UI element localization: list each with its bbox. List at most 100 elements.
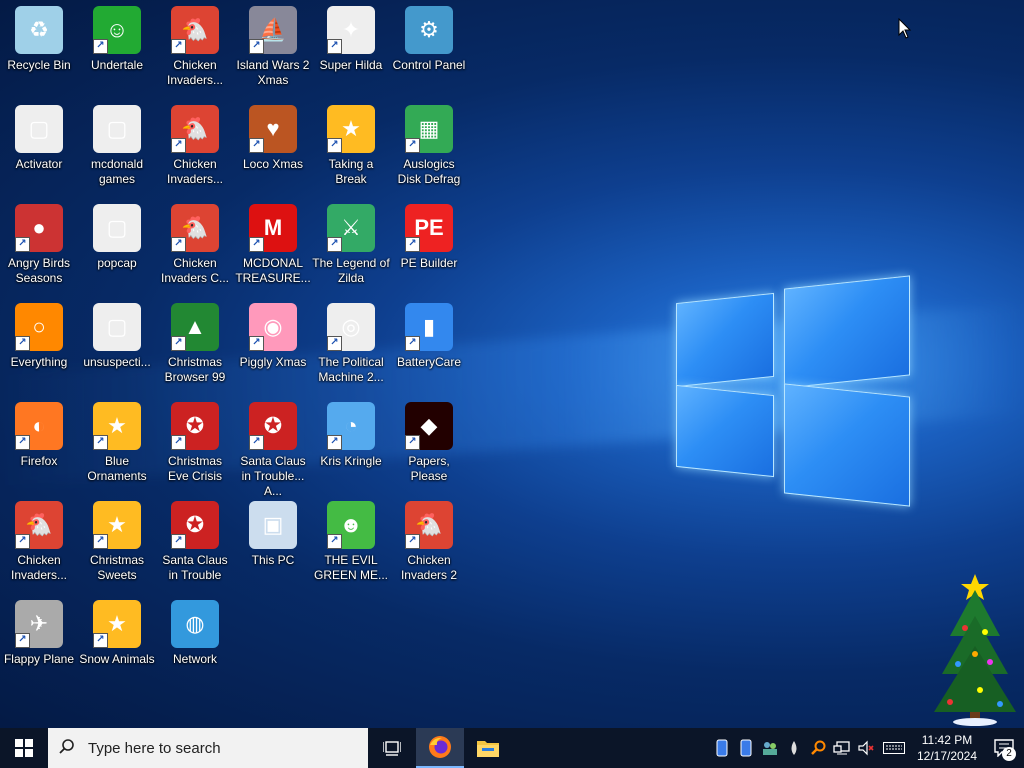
desktop-icon[interactable]: ☺ ↗ Undertale [78,0,156,96]
desktop-icon[interactable]: 🐔 ↗ Chicken Invaders C... [156,198,234,294]
desktop-icon[interactable]: ★ ↗ Taking a Break [312,99,390,195]
desktop-icon-label: Chicken Invaders... [166,58,224,87]
desktop-icon-label: Control Panel [392,58,466,72]
desktop-icon[interactable]: ▢ mcdonald games [78,99,156,195]
keyboard-icon[interactable] [878,728,910,768]
desktop-icon[interactable]: ✪ ↗ Santa Claus in Trouble [156,495,234,591]
desktop-icon[interactable]: ✪ ↗ Christmas Eve Crisis [156,396,234,492]
network-users-tray-icon[interactable] [758,728,782,768]
game-star-icon: ★ ↗ [327,105,375,153]
shortcut-arrow-icon: ↗ [93,534,108,549]
desktop-icon[interactable]: ♥ ↗ Loco Xmas [234,99,312,195]
taskbar: 11:42 PM 12/17/2024 2 [0,728,1024,768]
desktop-icon[interactable]: ▮ ↗ BatteryCare [390,297,468,393]
desktop-icon[interactable]: ♻ Recycle Bin [0,0,78,96]
chicken-invaders-icon: 🐔 ↗ [171,204,219,252]
super-hilda-icon: ✦ ↗ [327,6,375,54]
taskbar-file-explorer-button[interactable] [464,728,512,768]
christmas-tree-icon: ▲ ↗ [171,303,219,351]
taskbar-firefox-button[interactable] [416,728,464,768]
desktop-icon-label: Chicken Invaders 2 [400,553,458,582]
desktop-icon[interactable]: 🐔 ↗ Chicken Invaders... [0,495,78,591]
desktop-icon[interactable]: ⚙ Control Panel [390,0,468,96]
desktop-icon-label: Christmas Sweets [89,553,144,582]
desktop-icon-label: Chicken Invaders... [166,157,224,186]
desktop-icon[interactable]: ✦ ↗ Super Hilda [312,0,390,96]
desktop-icon[interactable]: ◔ ↗ Kris Kringle [312,396,390,492]
desktop-icon-label: Angry Birds Seasons [7,256,71,285]
desktop-icon[interactable]: ▣ This PC [234,495,312,591]
shortcut-arrow-icon: ↗ [327,534,342,549]
desktop-icon[interactable]: M ↗ MCDONAL TREASURE... [234,198,312,294]
desktop-icon-label: Loco Xmas [242,157,304,171]
desktop-icon[interactable]: ▢ Activator [0,99,78,195]
shortcut-arrow-icon: ↗ [405,336,420,351]
desktop-icon[interactable]: ✈ ↗ Flappy Plane [0,594,78,690]
kris-kringle-icon: ◔ ↗ [327,402,375,450]
desktop-icon[interactable]: ◆ ↗ Papers, Please [390,396,468,492]
desktop-icon-label: BatteryCare [396,355,462,369]
shortcut-arrow-icon: ↗ [327,435,342,450]
desktop-icon[interactable]: ◐ ↗ Firefox [0,396,78,492]
desktop-icon[interactable]: ✪ ↗ Santa Claus in Trouble... A... [234,396,312,498]
folder-icon: ▢ [93,303,141,351]
desktop-icon[interactable]: ★ ↗ Christmas Sweets [78,495,156,591]
network-tray-icon[interactable] [830,728,854,768]
firefox-icon [429,736,451,758]
desktop-icon[interactable]: ○ ↗ Everything [0,297,78,393]
desktop-icon[interactable]: 🐔 ↗ Chicken Invaders... [156,0,234,96]
shortcut-arrow-icon: ↗ [15,237,30,252]
messenger-icon: ☻ ↗ [327,501,375,549]
volume-muted-icon[interactable] [854,728,878,768]
shortcut-arrow-icon: ↗ [327,138,342,153]
battery-tray-icon-2[interactable] [734,728,758,768]
desktop-icon[interactable]: ▲ ↗ Christmas Browser 99 [156,297,234,393]
desktop-icon[interactable]: ★ ↗ Blue Ornaments [78,396,156,492]
task-view-icon [383,741,401,756]
desktop-icon[interactable]: 🐔 ↗ Chicken Invaders... [156,99,234,195]
desktop-icon[interactable]: ▢ popcap [78,198,156,294]
taskbar-clock[interactable]: 11:42 PM 12/17/2024 [910,732,984,764]
desktop-icon-label: Activator [15,157,63,171]
desktop-icon[interactable]: ⚔ ↗ The Legend of Zilda [312,198,390,294]
action-center-button[interactable]: 2 [984,728,1024,768]
search-input[interactable] [86,738,350,758]
desktop-icon-label: The Legend of Zilda [312,256,390,285]
recycle-bin-icon: ♻ [15,6,63,54]
desktop-icon-label: Christmas Browser 99 [164,355,226,384]
desktop-icon[interactable]: ◍ Network [156,594,234,690]
desktop-icon-label: Kris Kringle [320,454,382,468]
desktop-icon-label: Auslogics Disk Defrag [397,157,461,186]
desktop-icon[interactable]: 🐔 ↗ Chicken Invaders 2 [390,495,468,591]
taskbar-search-box[interactable] [48,728,368,768]
desktop-icon-label: Chicken Invaders... [10,553,68,582]
desktop-icon[interactable]: ◉ ↗ Piggly Xmas [234,297,312,393]
desktop-icon[interactable]: ▢ unsuspecti... [78,297,156,393]
desktop-icon-label: unsuspecti... [83,355,151,369]
desktop-icon[interactable]: ◎ ↗ The Political Machine 2... [312,297,390,393]
desktop-icon[interactable]: PE ↗ PE Builder [390,198,468,294]
clock-date: 12/17/2024 [916,749,978,763]
shortcut-arrow-icon: ↗ [171,138,186,153]
search-icon [48,738,86,759]
loco-xmas-icon: ♥ ↗ [249,105,297,153]
shortcut-arrow-icon: ↗ [405,237,420,252]
shortcut-arrow-icon: ↗ [327,39,342,54]
island-wars-icon: ⛵ ↗ [249,6,297,54]
start-button[interactable] [0,728,48,768]
desktop-icon[interactable]: ☻ ↗ THE EVIL GREEN ME... [312,495,390,591]
folder-icon [477,741,499,757]
desktop-icon[interactable]: ★ ↗ Snow Animals [78,594,156,690]
desktop-icon[interactable]: ▦ ↗ Auslogics Disk Defrag [390,99,468,195]
droplet-tray-icon[interactable] [782,728,806,768]
desktop-icon[interactable]: ⛵ ↗ Island Wars 2 Xmas [234,0,312,96]
desktop-icon[interactable]: ● ↗ Angry Birds Seasons [0,198,78,294]
task-view-button[interactable] [368,728,416,768]
desktop-icon-label: popcap [97,256,137,270]
shortcut-arrow-icon: ↗ [171,435,186,450]
santa-icon: ✪ ↗ [249,402,297,450]
desktop-icon-label: MCDONAL TREASURE... [235,256,311,285]
battery-tray-icon[interactable] [710,728,734,768]
desktop-icon-label: Recycle Bin [7,58,71,72]
search-everything-tray-icon[interactable] [806,728,830,768]
